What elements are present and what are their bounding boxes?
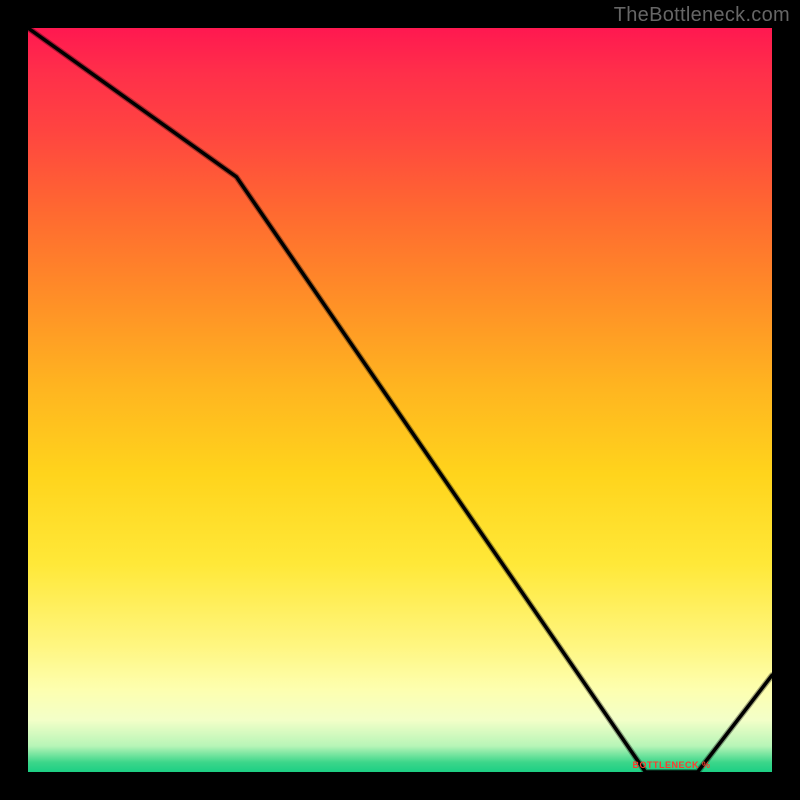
chart-frame: TheBottleneck.com BOTTLENECK % xyxy=(0,0,800,800)
line-chart-svg xyxy=(28,28,772,772)
plot-area: BOTTLENECK % xyxy=(28,28,772,772)
chart-line xyxy=(28,28,772,772)
chart-line-group xyxy=(28,28,772,772)
axis-annotation: BOTTLENECK % xyxy=(633,760,711,770)
chart-line-shadow xyxy=(28,28,772,772)
watermark-text: TheBottleneck.com xyxy=(614,4,790,27)
